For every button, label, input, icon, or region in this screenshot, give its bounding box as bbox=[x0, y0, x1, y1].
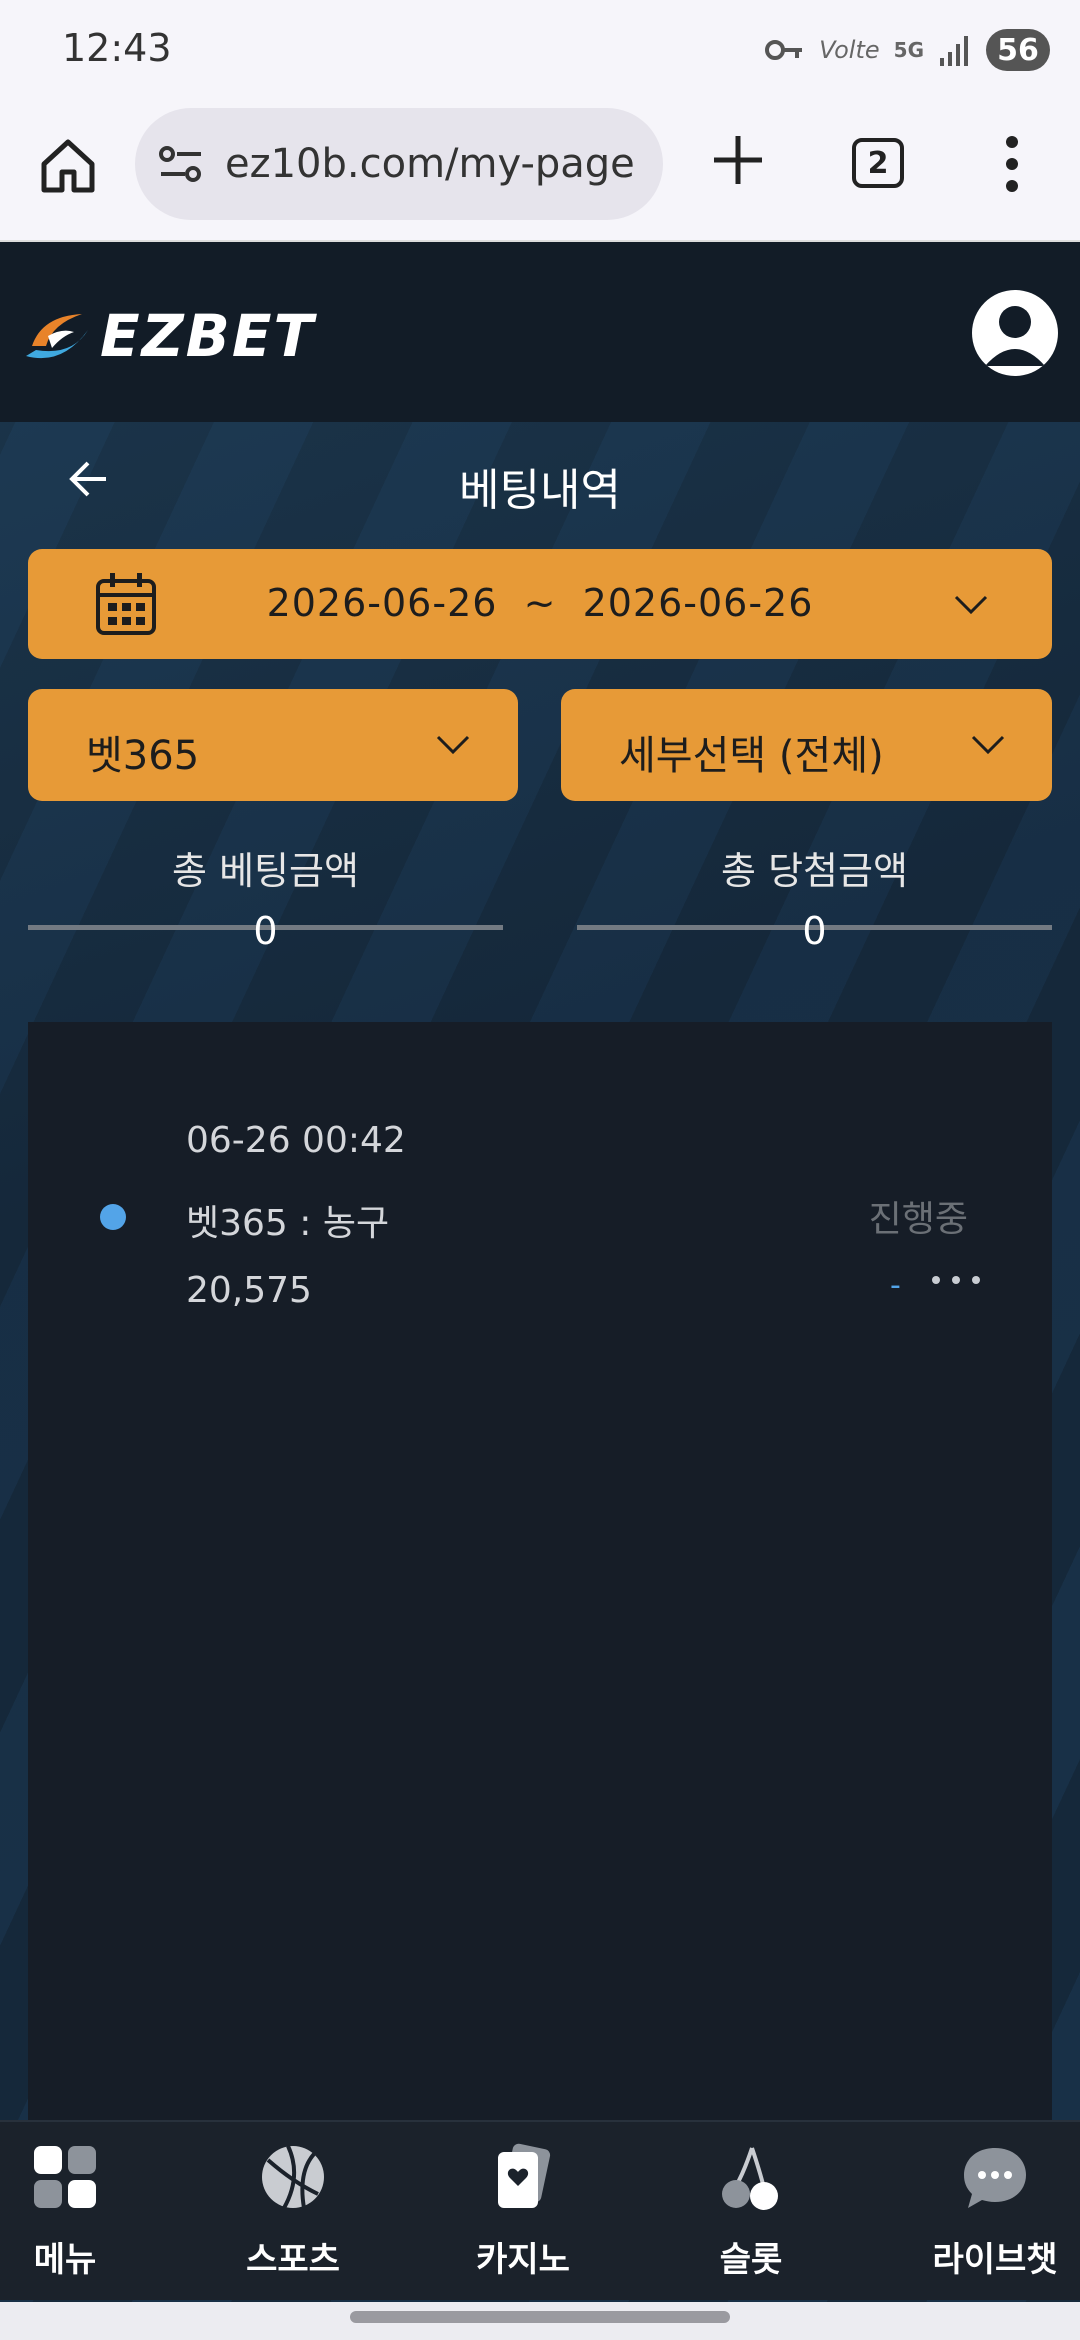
new-tab-icon[interactable] bbox=[710, 132, 766, 188]
total-bet-value: 0 bbox=[253, 909, 278, 953]
total-bet-label: 총 베팅금액 bbox=[172, 849, 359, 893]
nav-item-sports[interactable]: 스포츠 bbox=[203, 2122, 383, 2302]
detail-select[interactable]: 세부선택 (전체) bbox=[561, 689, 1052, 801]
bet-amount: 20,575 bbox=[186, 1270, 312, 1311]
key-icon bbox=[765, 40, 803, 60]
bet-list-item[interactable]: 06-26 00:42 벳365 : 농구 20,575 진행중 - bbox=[28, 1022, 1052, 1362]
nav-label-menu: 메뉴 bbox=[33, 2240, 97, 2280]
gesture-bar[interactable] bbox=[350, 2311, 730, 2323]
nav-label-sports: 스포츠 bbox=[246, 2240, 340, 2280]
app-container: EZBET 베팅내역 2026-06-26 ~ 2026-06-26 벳365 … bbox=[0, 242, 1080, 2302]
bet-datetime: 06-26 00:42 bbox=[186, 1120, 406, 1161]
cards-icon bbox=[498, 2143, 551, 2208]
url-text: ez10b.com/my-page bbox=[225, 141, 635, 187]
chevron-down-icon bbox=[971, 735, 1005, 755]
total-bet-summary: 총 베팅금액 0 bbox=[28, 840, 503, 953]
cherry-icon bbox=[722, 2147, 778, 2210]
user-avatar-icon bbox=[985, 306, 1045, 366]
signal-icon bbox=[940, 36, 968, 66]
profile-button[interactable] bbox=[972, 290, 1058, 376]
basketball-icon bbox=[262, 2145, 324, 2209]
bet-history-panel: 06-26 00:42 벳365 : 농구 20,575 진행중 - bbox=[28, 1022, 1052, 2122]
site-settings-icon[interactable] bbox=[157, 140, 205, 188]
tab-switcher-button[interactable]: 2 bbox=[852, 138, 904, 188]
more-horiz-icon[interactable] bbox=[926, 1270, 986, 1290]
title-row: 베팅내역 bbox=[0, 422, 1080, 532]
date-range-text: 2026-06-26 ~ 2026-06-26 bbox=[266, 581, 814, 625]
browser-toolbar: ez10b.com/my-page 2 bbox=[0, 100, 1080, 242]
volte-text: Volte bbox=[819, 36, 880, 64]
status-time: 12:43 bbox=[62, 26, 172, 70]
address-bar[interactable]: ez10b.com/my-page bbox=[135, 108, 663, 220]
total-win-summary: 총 당첨금액 0 bbox=[577, 840, 1052, 953]
home-icon[interactable] bbox=[38, 136, 98, 196]
logo-text: EZBET bbox=[100, 302, 316, 370]
app-header: EZBET bbox=[0, 242, 1080, 422]
total-win-value: 0 bbox=[802, 909, 827, 953]
nav-label-casino: 카지노 bbox=[476, 2240, 570, 2280]
more-vert-icon[interactable] bbox=[1000, 134, 1024, 194]
chat-bubble-icon bbox=[964, 2148, 1026, 2208]
nav-item-casino[interactable]: 카지노 bbox=[433, 2122, 613, 2302]
nav-label-livechat: 라이브챗 bbox=[932, 2240, 1058, 2280]
chevron-down-icon bbox=[954, 595, 988, 615]
status-icons: Volte 5G 56 bbox=[765, 26, 1050, 74]
date-range-picker[interactable]: 2026-06-26 ~ 2026-06-26 bbox=[28, 549, 1052, 659]
status-bar: 12:43 Volte 5G 56 bbox=[0, 0, 1080, 100]
logo[interactable]: EZBET bbox=[22, 302, 315, 370]
battery-icon: 56 bbox=[986, 29, 1050, 71]
provider-select[interactable]: 벳365 bbox=[28, 689, 518, 801]
bet-result: - bbox=[890, 1268, 901, 1303]
bet-title: 벳365 : 농구 bbox=[186, 1203, 390, 1244]
status-dot-icon bbox=[100, 1204, 126, 1230]
nav-label-slot: 슬롯 bbox=[719, 2240, 783, 2280]
total-win-label: 총 당첨금액 bbox=[721, 849, 908, 893]
page-title: 베팅내역 bbox=[459, 465, 621, 516]
nav-item-menu[interactable]: 메뉴 bbox=[0, 2122, 155, 2302]
bet-status: 진행중 bbox=[868, 1199, 968, 1240]
network-5g-icon: 5G bbox=[893, 38, 924, 62]
chevron-down-icon bbox=[436, 735, 470, 755]
menu-grid-icon bbox=[34, 2146, 96, 2208]
nav-item-livechat[interactable]: 라이브챗 bbox=[905, 2122, 1080, 2302]
logo-swoosh-icon bbox=[26, 314, 88, 359]
nav-item-slot[interactable]: 슬롯 bbox=[661, 2122, 841, 2302]
detail-select-label: 세부선택 (전체) bbox=[619, 733, 884, 779]
provider-select-label: 벳365 bbox=[86, 733, 200, 779]
bottom-nav: 메뉴 스포츠 카지노 슬롯 라이브챗 bbox=[0, 2120, 1080, 2300]
